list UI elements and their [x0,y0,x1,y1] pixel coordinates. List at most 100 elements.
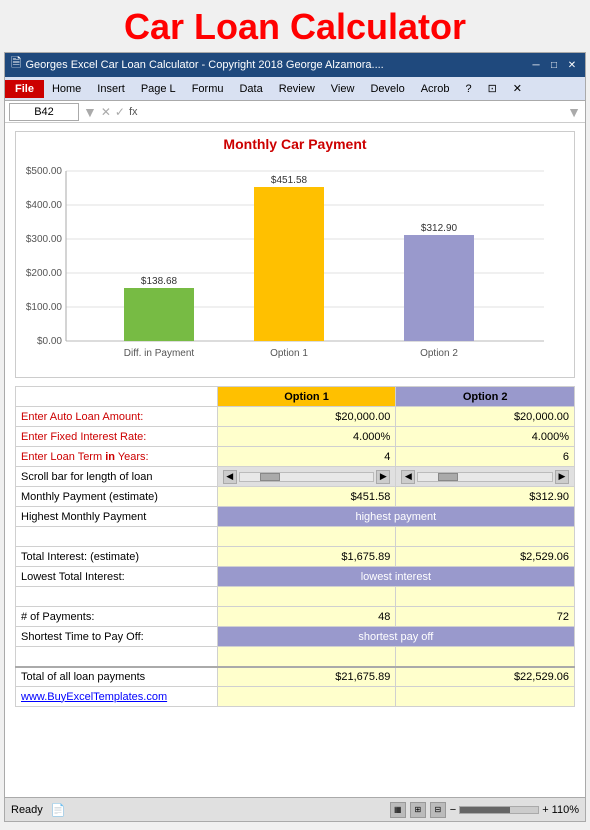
page-view-icon[interactable]: 📄 [51,803,66,817]
tab-file[interactable]: File [5,80,44,98]
scrollbar-opt1[interactable]: ◀ ▶ [217,467,396,487]
page-layout-button[interactable]: ⊞ [410,802,426,818]
svg-text:$300.00: $300.00 [26,234,63,245]
formula-expand-icon[interactable]: ▼ [567,104,581,120]
svg-text:$200.00: $200.00 [26,268,63,279]
function-icon: fx [129,106,138,118]
svg-text:Option 1: Option 1 [270,348,308,359]
sheet-content: Monthly Car Payment $500.00 $400.00 $300… [5,123,585,797]
tab-insert[interactable]: Insert [89,80,133,98]
chart-title: Monthly Car Payment [24,136,566,152]
svg-text:$312.90: $312.90 [421,223,458,234]
tab-view[interactable]: View [323,80,363,98]
interest-rate-label: Enter Fixed Interest Rate: [16,427,218,447]
scroll-left-arrow-1[interactable]: ◀ [223,470,237,484]
tab-review[interactable]: Review [271,80,323,98]
interest-rate-opt2[interactable]: 4.000% [396,427,575,447]
website-link[interactable]: www.BuyExcelTemplates.com [16,687,218,707]
zoom-out-button[interactable]: − [450,804,456,816]
table-row: Lowest Total Interest: lowest interest [16,567,575,587]
table-row: Enter Fixed Interest Rate: 4.000% 4.000% [16,427,575,447]
table-row: Enter Auto Loan Amount: $20,000.00 $20,0… [16,407,575,427]
status-left: Ready 📄 [11,803,66,817]
loan-term-opt1[interactable]: 4 [217,447,396,467]
scroll-left-arrow-2[interactable]: ◀ [401,470,415,484]
total-payments-label: Total of all loan payments [16,667,218,687]
tab-acrobat[interactable]: Acrob [413,80,458,98]
shortest-payoff-label: Shortest Time to Pay Off: [16,627,218,647]
svg-text:Diff. in Payment: Diff. in Payment [124,348,195,359]
svg-text:Option 2: Option 2 [420,348,458,359]
table-row: Highest Monthly Payment highest payment [16,507,575,527]
title-bar-controls: ─ □ ✕ [529,60,579,71]
total-payments-opt1: $21,675.89 [217,667,396,687]
confirm-icon: ✓ [115,105,125,119]
shortest-payoff-value: shortest pay off [217,627,574,647]
tab-extra1[interactable]: ⊡ [480,79,505,98]
svg-text:$451.58: $451.58 [271,175,308,186]
minimize-button[interactable]: ─ [529,60,543,71]
scrollbar-label: Scroll bar for length of loan [16,467,218,487]
tab-developer[interactable]: Develo [362,80,412,98]
svg-text:$500.00: $500.00 [26,166,63,177]
status-right: ▦ ⊞ ⊟ − + 110% [390,802,579,818]
highest-payment-value: highest payment [217,507,574,527]
total-payments-row: Total of all loan payments $21,675.89 $2… [16,667,575,687]
scrollbar-row: Scroll bar for length of loan ◀ ▶ ◀ ▶ [16,467,575,487]
svg-text:$400.00: $400.00 [26,200,63,211]
zoom-slider[interactable] [459,806,539,814]
total-interest-opt2: $2,529.06 [396,547,575,567]
data-table: Option 1 Option 2 Enter Auto Loan Amount… [15,386,575,707]
tab-home[interactable]: Home [44,80,89,98]
interest-rate-opt1[interactable]: 4.000% [217,427,396,447]
chart-area: Monthly Car Payment $500.00 $400.00 $300… [15,131,575,378]
spacer-row [16,527,575,547]
scroll-track-2[interactable] [417,472,553,482]
bar-diff [124,288,194,341]
page-break-button[interactable]: ⊟ [430,802,446,818]
formula-input[interactable] [142,106,564,118]
tab-formulas[interactable]: Formu [184,80,232,98]
normal-view-button[interactable]: ▦ [390,802,406,818]
lowest-interest-label: Lowest Total Interest: [16,567,218,587]
maximize-button[interactable]: □ [547,60,561,71]
tab-help[interactable]: ? [457,80,479,98]
status-bar: Ready 📄 ▦ ⊞ ⊟ − + 110% [5,797,585,821]
table-row: Shortest Time to Pay Off: shortest pay o… [16,627,575,647]
scrollbar-opt2[interactable]: ◀ ▶ [396,467,575,487]
formula-divider: ▼ [83,104,97,120]
scroll-track-1[interactable] [239,472,375,482]
scroll-right-arrow-2[interactable]: ▶ [555,470,569,484]
window-title: Georges Excel Car Loan Calculator - Copy… [25,59,383,71]
scroll-right-arrow-1[interactable]: ▶ [376,470,390,484]
total-interest-opt1: $1,675.89 [217,547,396,567]
tab-close[interactable]: ✕ [505,79,530,98]
monthly-payment-opt1: $451.58 [217,487,396,507]
zoom-control: − + 110% [450,804,579,816]
num-payments-opt2: 72 [396,607,575,627]
tab-page-layout[interactable]: Page L [133,80,184,98]
table-row: Monthly Payment (estimate) $451.58 $312.… [16,487,575,507]
num-payments-opt1: 48 [217,607,396,627]
header-label-col [16,387,218,407]
svg-text:$0.00: $0.00 [37,336,62,347]
svg-text:$138.68: $138.68 [141,276,178,287]
auto-loan-opt2[interactable]: $20,000.00 [396,407,575,427]
cancel-icon: ✕ [101,105,111,119]
monthly-payment-opt2: $312.90 [396,487,575,507]
highest-payment-label: Highest Monthly Payment [16,507,218,527]
title-bar-left: 🗎 Georges Excel Car Loan Calculator - Co… [11,54,384,76]
header-option1: Option 1 [217,387,396,407]
spacer-row [16,647,575,667]
spacer-row [16,587,575,607]
tab-data[interactable]: Data [231,80,270,98]
loan-term-opt2[interactable]: 6 [396,447,575,467]
lowest-interest-value: lowest interest [217,567,574,587]
bar-option2 [404,235,474,341]
auto-loan-opt1[interactable]: $20,000.00 [217,407,396,427]
auto-loan-label: Enter Auto Loan Amount: [16,407,218,427]
total-payments-opt2: $22,529.06 [396,667,575,687]
zoom-in-button[interactable]: + [542,804,548,816]
close-button[interactable]: ✕ [565,60,579,71]
cell-reference[interactable] [9,103,79,121]
